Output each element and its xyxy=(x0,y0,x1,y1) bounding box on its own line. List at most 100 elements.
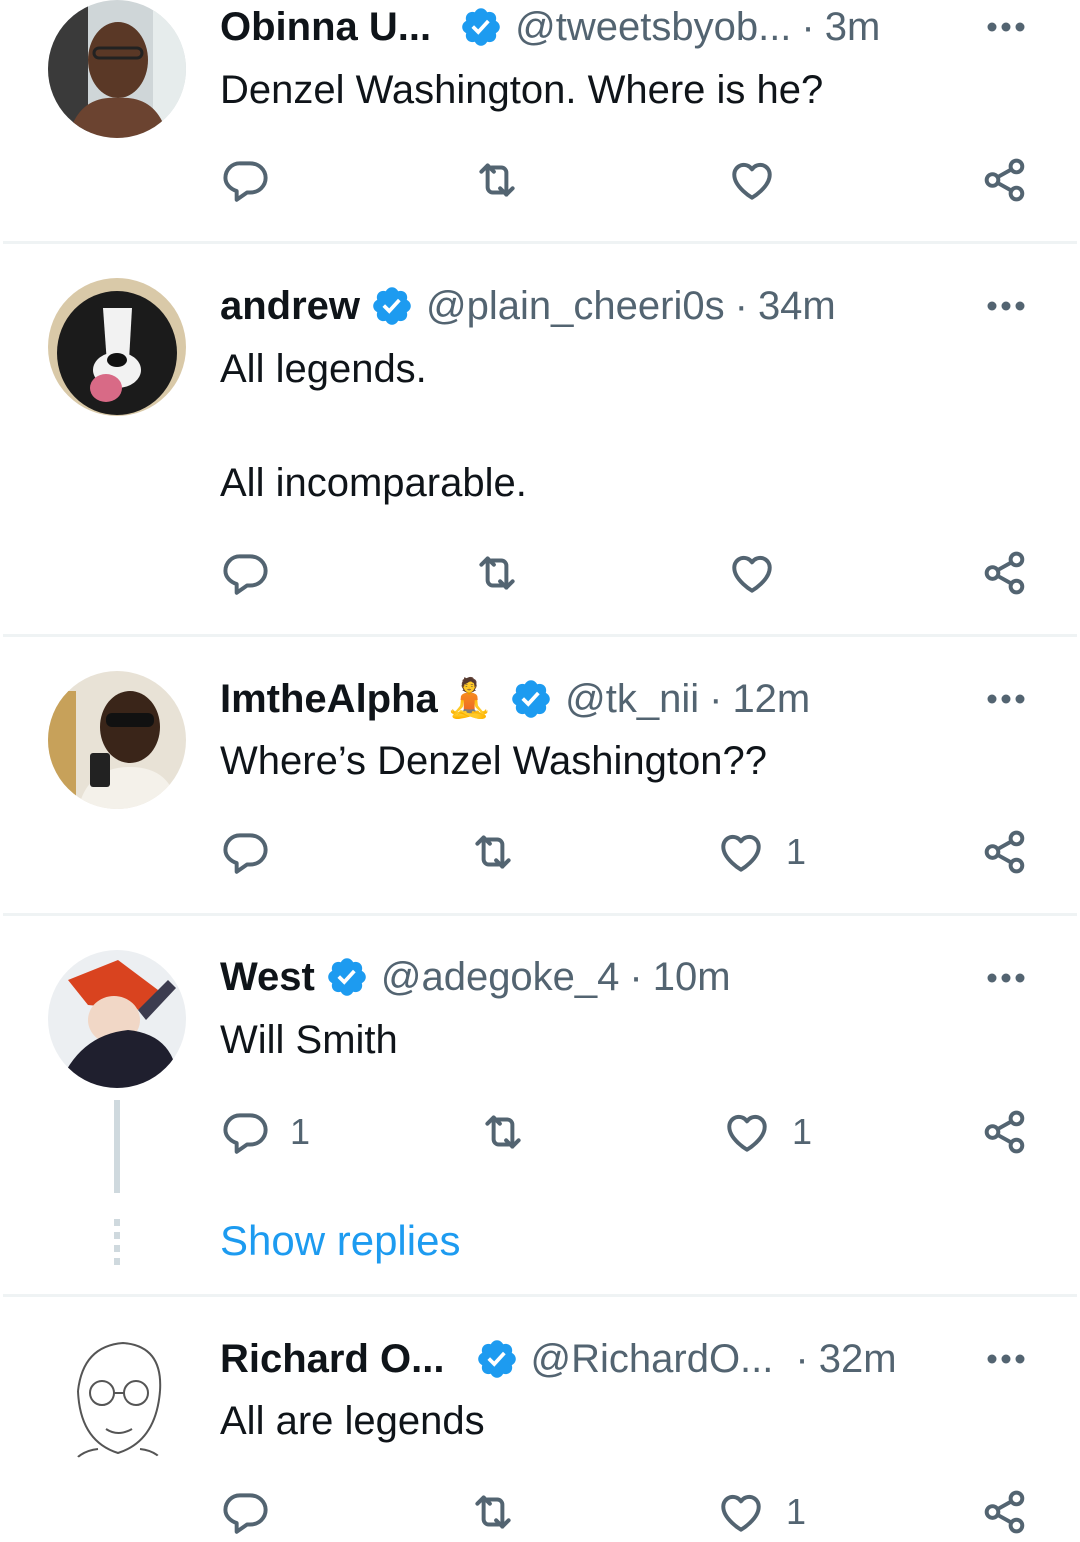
avatar[interactable] xyxy=(48,950,186,1088)
more-options-icon[interactable] xyxy=(984,5,1028,49)
action-bar: 1 xyxy=(0,822,1080,882)
action-bar xyxy=(0,150,1080,210)
reply-button[interactable] xyxy=(220,822,290,882)
timestamp[interactable]: 12m xyxy=(732,674,810,724)
timestamp[interactable]: 32m xyxy=(819,1334,897,1384)
share-button[interactable] xyxy=(980,1482,1030,1542)
retweet-button[interactable] xyxy=(468,1482,518,1542)
retweet-button[interactable] xyxy=(478,1102,528,1162)
reply-button[interactable] xyxy=(220,150,290,210)
tweet-header: ImtheAlpha 🧘 @tk_nii · 12m xyxy=(220,674,1020,724)
retweet-button[interactable] xyxy=(468,822,518,882)
like-count: 1 xyxy=(786,1491,807,1532)
reply-count: 1 xyxy=(290,1111,311,1152)
like-button[interactable]: 1 xyxy=(716,822,806,882)
share-icon xyxy=(984,1490,1025,1534)
more-options-icon[interactable] xyxy=(984,284,1028,328)
avatar[interactable] xyxy=(48,1331,186,1469)
action-bar xyxy=(0,543,1080,603)
reply-icon xyxy=(223,554,268,595)
share-button[interactable] xyxy=(980,543,1030,603)
reply-button[interactable]: 1 xyxy=(220,1102,310,1162)
like-button[interactable] xyxy=(727,543,797,603)
tweet-text: Will Smith xyxy=(220,1018,398,1062)
tweet-header: Obinna U... @tweetsbyob... · 3m xyxy=(220,2,1020,52)
thread-dots xyxy=(114,1219,120,1271)
timestamp[interactable]: 10m xyxy=(653,952,731,1002)
handle[interactable]: @adegoke_4 xyxy=(381,952,620,1002)
show-replies-link[interactable]: Show replies xyxy=(220,1213,460,1269)
like-button[interactable]: 1 xyxy=(716,1482,806,1542)
reply-tweet[interactable]: Richard O... @RichardO... · 32m All are … xyxy=(0,1297,1080,1535)
reply-tweet[interactable]: Obinna U... @tweetsbyob... · 3m Denzel W… xyxy=(0,0,1080,243)
tweet-header: West @adegoke_4 · 10m xyxy=(220,952,1020,1002)
handle[interactable]: @tk_nii xyxy=(565,674,699,724)
reply-icon xyxy=(223,1493,268,1534)
verified-badge-icon xyxy=(462,8,500,46)
tweet-header: Richard O... @RichardO... · 32m xyxy=(220,1334,1020,1384)
timestamp[interactable]: 34m xyxy=(758,281,836,331)
action-bar: 1 1 xyxy=(0,1102,1080,1162)
display-name[interactable]: andrew xyxy=(220,281,360,331)
handle[interactable]: @RichardO... xyxy=(531,1334,774,1384)
tweet-text: Denzel Washington. Where is he? xyxy=(220,68,824,112)
retweet-button[interactable] xyxy=(472,543,522,603)
avatar[interactable] xyxy=(48,671,186,809)
like-button[interactable] xyxy=(727,150,797,210)
tweet-text: All are legends xyxy=(220,1399,485,1443)
reply-tweet[interactable]: andrew @plain_cheeri0s · 34m All legends… xyxy=(0,244,1080,636)
retweet-icon xyxy=(479,556,515,590)
like-icon xyxy=(721,834,761,872)
timestamp[interactable]: 3m xyxy=(825,2,881,52)
reply-tweet[interactable]: ImtheAlpha 🧘 @tk_nii · 12m Where’s Denze… xyxy=(0,637,1080,915)
verified-badge-icon xyxy=(477,1340,516,1378)
share-button[interactable] xyxy=(980,150,1030,210)
share-icon xyxy=(984,551,1025,595)
share-icon xyxy=(984,1110,1025,1154)
reply-button[interactable] xyxy=(220,543,290,603)
tweet-text: Where’s Denzel Washington?? xyxy=(220,739,767,783)
reply-icon xyxy=(223,833,268,874)
separator-dot: · xyxy=(801,5,815,49)
tweet-text: All legends. All incomparable. xyxy=(220,347,527,505)
like-icon xyxy=(732,555,772,593)
retweet-icon xyxy=(485,1115,521,1149)
share-button[interactable] xyxy=(980,1102,1030,1162)
separator-dot: · xyxy=(629,955,643,999)
action-bar: 1 xyxy=(0,1482,1080,1542)
like-icon xyxy=(721,1494,761,1532)
avatar[interactable] xyxy=(48,0,186,138)
retweet-icon xyxy=(475,1495,511,1529)
verified-badge-icon xyxy=(328,958,366,996)
retweet-button[interactable] xyxy=(472,150,522,210)
share-icon xyxy=(984,158,1025,202)
like-count: 1 xyxy=(792,1111,813,1152)
display-name[interactable]: Richard O... xyxy=(220,1334,445,1384)
name-emoji: 🧘 xyxy=(445,678,494,720)
verified-badge-icon xyxy=(512,680,550,718)
share-button[interactable] xyxy=(980,822,1030,882)
display-name[interactable]: ImtheAlpha xyxy=(220,674,438,724)
reply-tweet[interactable]: West @adegoke_4 · 10m Will Smith 1 1 Sho… xyxy=(0,916,1080,1296)
reply-icon xyxy=(223,1113,268,1154)
more-options-icon[interactable] xyxy=(984,1337,1028,1381)
more-options-icon[interactable] xyxy=(984,956,1028,1000)
share-icon xyxy=(984,830,1025,874)
display-name[interactable]: Obinna U... xyxy=(220,2,431,52)
display-name[interactable]: West xyxy=(220,952,315,1002)
more-options-icon[interactable] xyxy=(984,677,1028,721)
like-icon xyxy=(732,162,772,200)
handle[interactable]: @tweetsbyob... xyxy=(515,2,791,52)
reply-icon xyxy=(223,161,268,202)
retweet-icon xyxy=(475,835,511,869)
like-button[interactable]: 1 xyxy=(722,1102,812,1162)
reply-button[interactable] xyxy=(220,1482,290,1542)
like-icon xyxy=(727,1114,767,1152)
separator-dot: · xyxy=(734,284,748,328)
retweet-icon xyxy=(479,163,515,197)
separator-dot: · xyxy=(795,1337,809,1381)
separator-dot: · xyxy=(709,677,723,721)
handle[interactable]: @plain_cheeri0s xyxy=(426,281,725,331)
avatar[interactable] xyxy=(48,278,186,416)
tweet-header: andrew @plain_cheeri0s · 34m xyxy=(220,281,1020,331)
